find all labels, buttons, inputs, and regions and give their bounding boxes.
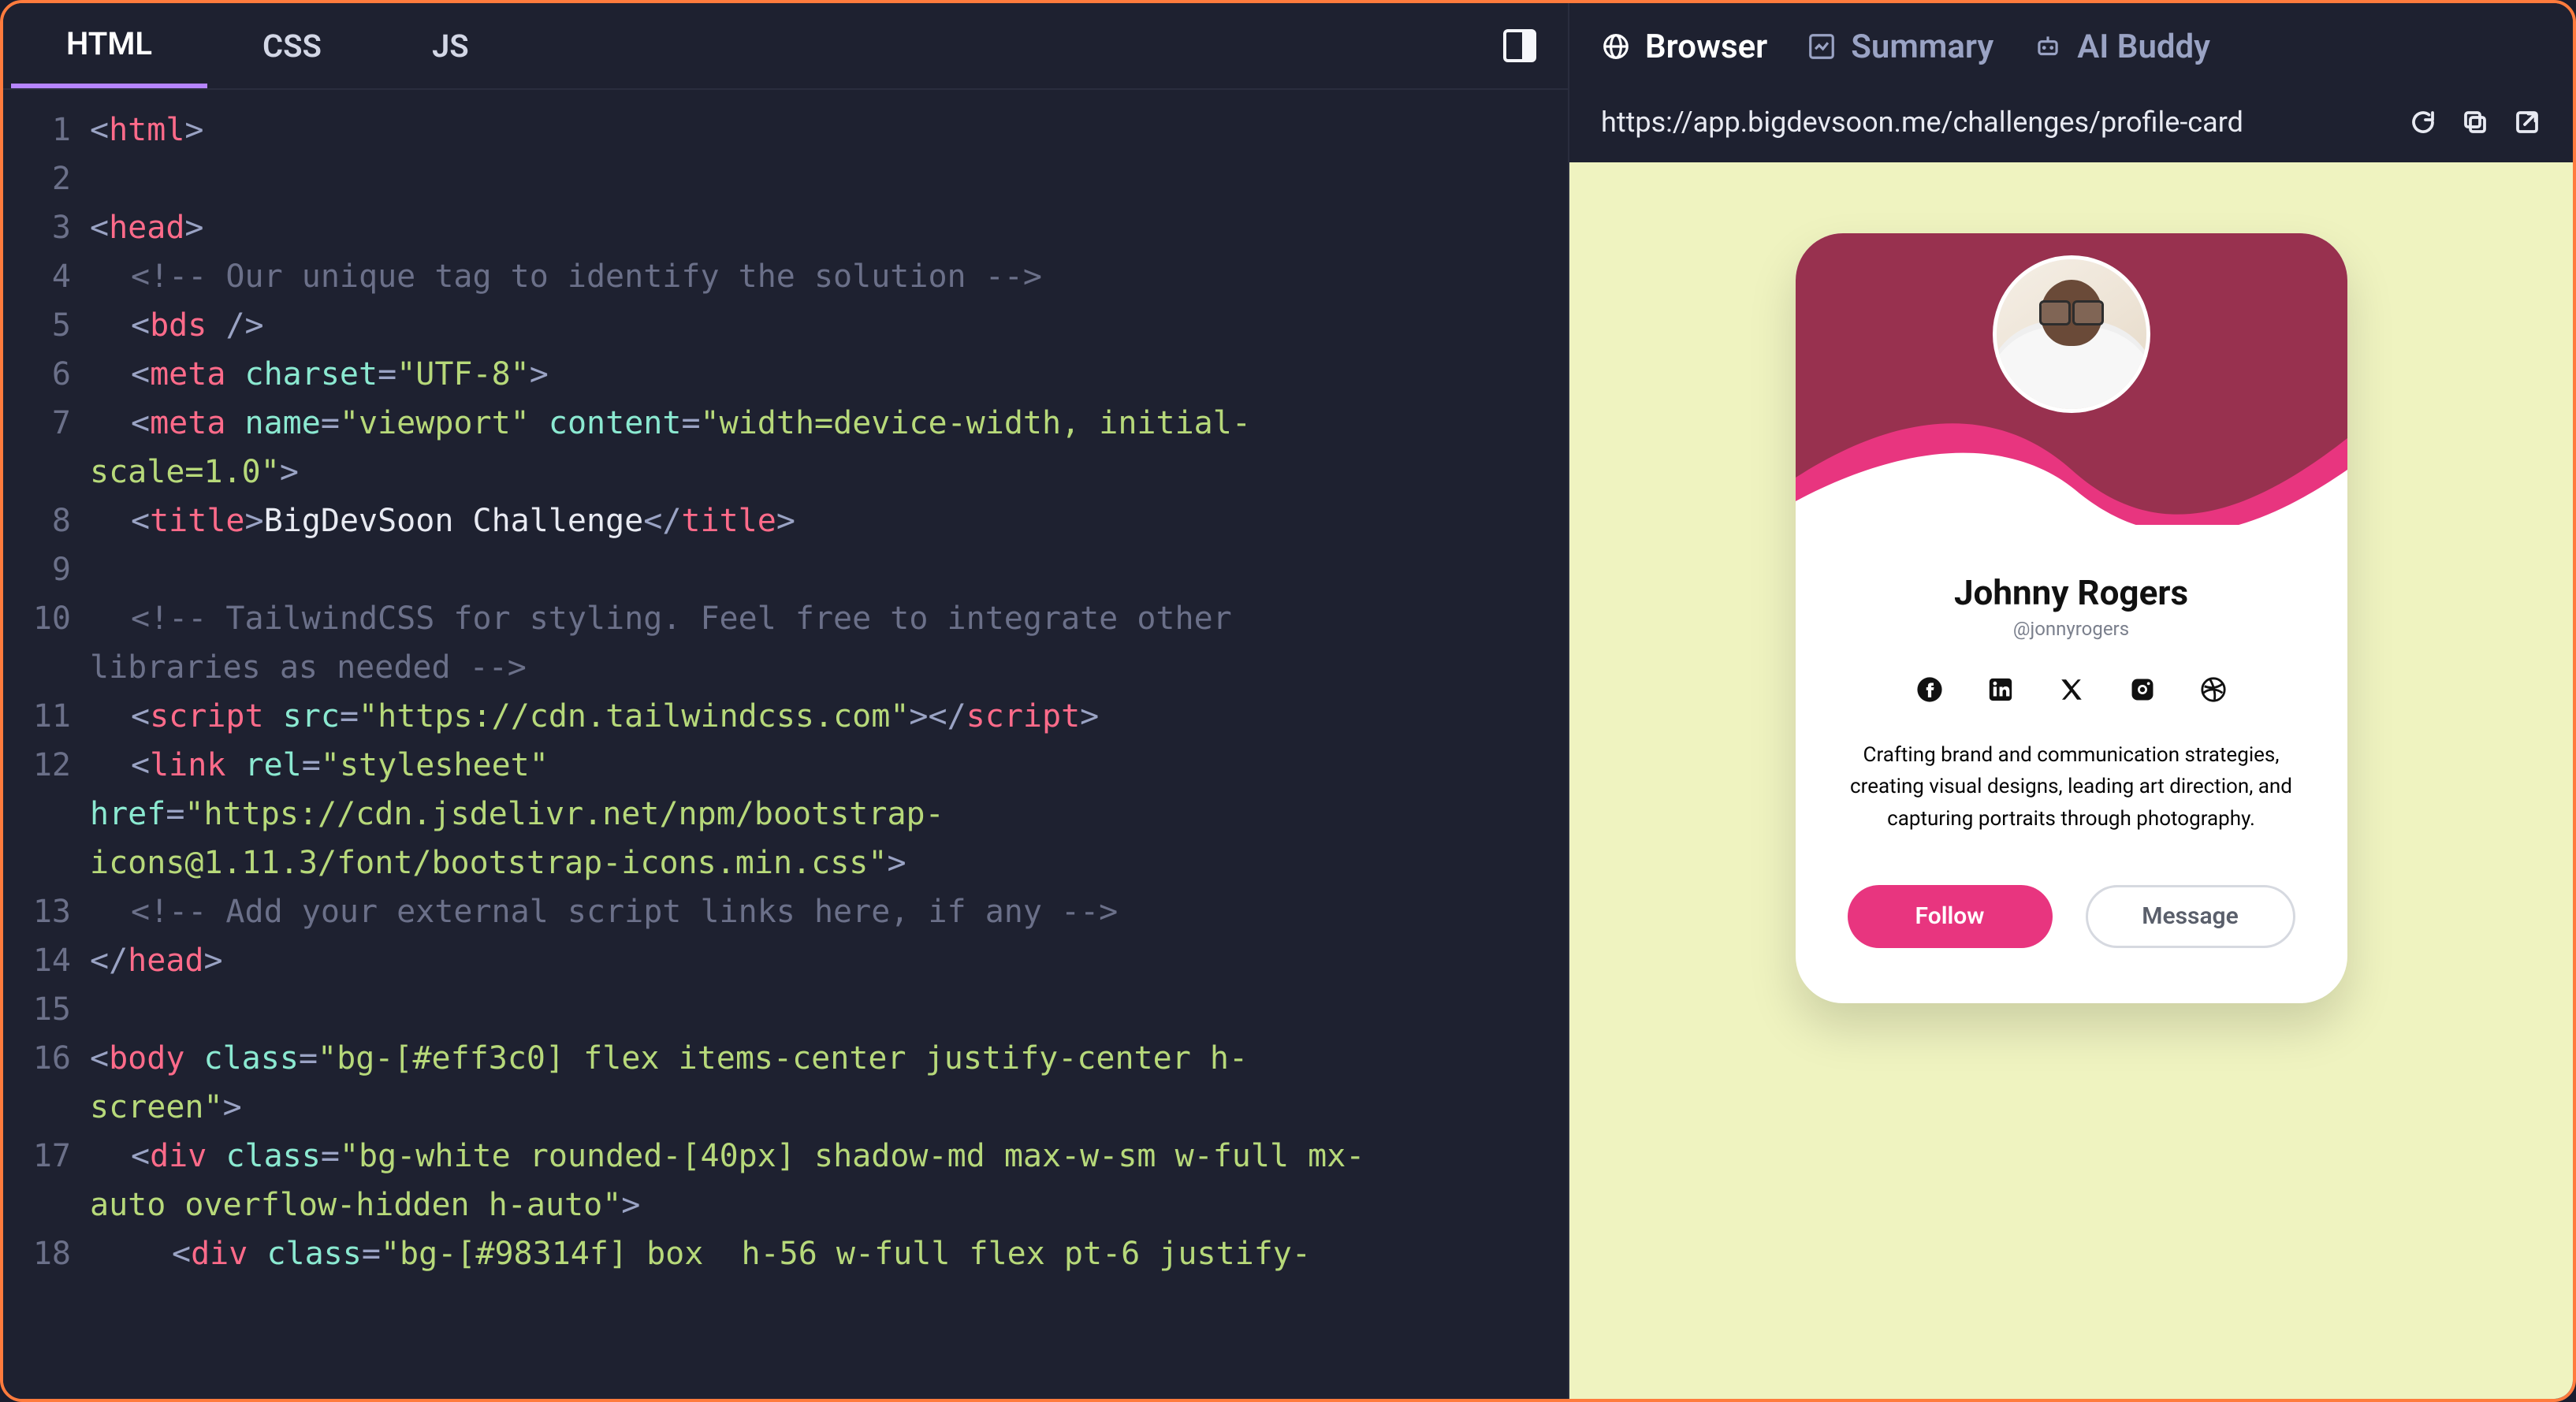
line-number-gutter: 123456789101112131415161718 (3, 106, 90, 1399)
preview-tabbar: Browser Summary AI Buddy (1569, 3, 2573, 90)
profile-handle: @jonnyrogers (1848, 618, 2295, 640)
linkedin-icon[interactable] (1986, 675, 2016, 705)
tab-browser-label: Browser (1645, 28, 1767, 66)
tab-aibuddy[interactable]: AI Buddy (2033, 28, 2210, 66)
tab-summary[interactable]: Summary (1807, 28, 1993, 66)
reload-icon[interactable] (2409, 108, 2437, 136)
robot-icon (2033, 32, 2063, 61)
browser-view: Johnny Rogers @jonnyrogers Crafting bran… (1569, 162, 2573, 1399)
message-button[interactable]: Message (2086, 885, 2295, 948)
card-body: Johnny Rogers @jonnyrogers Crafting bran… (1796, 525, 2347, 1003)
chart-icon (1807, 32, 1837, 61)
social-links (1848, 675, 2295, 705)
tab-aibuddy-label: AI Buddy (2077, 28, 2210, 66)
follow-button[interactable]: Follow (1848, 885, 2053, 948)
tab-js[interactable]: JS (377, 3, 524, 88)
code-content[interactable]: <html><head><!-- Our unique tag to ident… (90, 106, 1568, 1399)
dribbble-icon[interactable] (2198, 675, 2228, 705)
app-frame: HTML CSS JS 123456789101112131415161718 … (0, 0, 2576, 1402)
copy-icon[interactable] (2461, 108, 2489, 136)
open-external-icon[interactable] (2513, 108, 2541, 136)
facebook-icon[interactable] (1915, 675, 1945, 705)
tab-html[interactable]: HTML (11, 3, 207, 88)
editor-tabbar: HTML CSS JS (3, 3, 1568, 90)
tab-summary-label: Summary (1851, 28, 1993, 66)
instagram-icon[interactable] (2127, 675, 2157, 705)
profile-name: Johnny Rogers (1848, 572, 2295, 613)
avatar-illustration (1997, 259, 2146, 409)
preview-panel: Browser Summary AI Buddy https://app.big… (1568, 3, 2573, 1399)
profile-actions: Follow Message (1848, 885, 2295, 948)
tab-browser[interactable]: Browser (1601, 28, 1767, 66)
profile-bio: Crafting brand and communication strateg… (1848, 739, 2295, 835)
profile-card: Johnny Rogers @jonnyrogers Crafting bran… (1796, 233, 2347, 1003)
split-view-icon[interactable] (1503, 29, 1536, 62)
tab-css[interactable]: CSS (207, 3, 377, 88)
editor-panel: HTML CSS JS 123456789101112131415161718 … (3, 3, 1568, 1399)
avatar (1993, 255, 2150, 413)
x-icon[interactable] (2057, 675, 2086, 705)
url-text[interactable]: https://app.bigdevsoon.me/challenges/pro… (1601, 106, 2385, 139)
code-editor[interactable]: 123456789101112131415161718 <html><head>… (3, 90, 1568, 1399)
card-header (1796, 233, 2347, 525)
globe-icon (1601, 32, 1631, 61)
url-bar: https://app.bigdevsoon.me/challenges/pro… (1569, 90, 2573, 162)
